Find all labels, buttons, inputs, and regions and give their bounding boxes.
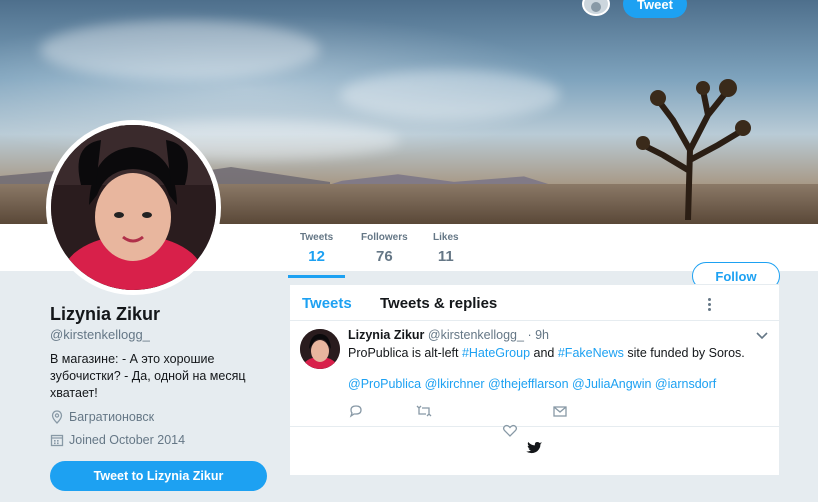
tweet-header: Lizynia Zikur @kirstenkellogg_ · 9h bbox=[348, 328, 549, 342]
profile-location: Багратионовск bbox=[50, 410, 154, 424]
stat-likes-label: Likes bbox=[433, 232, 459, 243]
stat-followers[interactable]: Followers 76 bbox=[361, 232, 408, 265]
calendar-icon bbox=[50, 434, 64, 447]
mention-links[interactable]: @ProPublica @lkirchner @thejefflarson @J… bbox=[348, 377, 716, 391]
stat-followers-value: 76 bbox=[376, 248, 393, 265]
timeline: Tweets Tweets & replies Lizynia Zikur @k… bbox=[289, 284, 780, 476]
profile-name[interactable]: Lizynia Zikur bbox=[50, 304, 160, 325]
hashtag-link[interactable]: #HateGroup bbox=[462, 346, 530, 360]
tab-tweets-replies[interactable]: Tweets & replies bbox=[380, 295, 497, 312]
tweet-text-part: site funded by Soros. bbox=[623, 346, 745, 360]
stat-tweets-label: Tweets bbox=[300, 232, 334, 243]
timeline-tabs: Tweets Tweets & replies bbox=[290, 285, 779, 321]
joined-text: Joined October 2014 bbox=[69, 433, 186, 447]
profile-handle[interactable]: @kirstenkellogg_ bbox=[50, 327, 150, 342]
profile-avatar[interactable] bbox=[46, 120, 221, 295]
tweet-mentions[interactable]: @ProPublica @lkirchner @thejefflarson @J… bbox=[348, 377, 716, 391]
tweet-author-handle[interactable]: @kirstenkellogg_ bbox=[428, 328, 524, 342]
profile-joined: Joined October 2014 bbox=[50, 433, 185, 447]
profile-bio: В магазине: - А это хорошие зубочистки? … bbox=[50, 352, 246, 400]
more-options-icon[interactable] bbox=[708, 298, 712, 311]
tweet-author-name[interactable]: Lizynia Zikur bbox=[348, 328, 424, 342]
message-icon[interactable] bbox=[552, 403, 568, 419]
stat-tweets-value: 12 bbox=[308, 248, 325, 265]
tweet-item[interactable]: Lizynia Zikur @kirstenkellogg_ · 9h ProP… bbox=[290, 321, 779, 427]
tweet-avatar[interactable] bbox=[300, 329, 340, 369]
like-icon[interactable] bbox=[502, 423, 518, 439]
retweet-icon[interactable] bbox=[416, 403, 432, 419]
reply-icon[interactable] bbox=[348, 403, 364, 419]
tweet-text-part: ProPublica is alt-left bbox=[348, 346, 462, 360]
stat-tweets[interactable]: Tweets 12 bbox=[288, 232, 346, 278]
location-text: Багратионовск bbox=[69, 410, 155, 424]
twitter-bird-icon bbox=[526, 441, 543, 454]
tweet-actions bbox=[348, 403, 568, 419]
stat-likes-value: 11 bbox=[437, 248, 454, 265]
tweet-text-part: and bbox=[530, 346, 558, 360]
chevron-down-icon[interactable] bbox=[756, 329, 768, 343]
tab-tweets[interactable]: Tweets bbox=[302, 295, 352, 312]
tweet-to-button[interactable]: Tweet to Lizynia Zikur bbox=[50, 461, 267, 491]
location-pin-icon bbox=[51, 410, 63, 424]
stat-followers-label: Followers bbox=[361, 232, 408, 243]
stat-likes[interactable]: Likes 11 bbox=[433, 232, 459, 265]
tweet-text: ProPublica is alt-left #HateGroup and #F… bbox=[348, 346, 745, 360]
tweet-timestamp[interactable]: · 9h bbox=[527, 328, 549, 342]
compose-tweet-button[interactable]: Tweet bbox=[623, 0, 687, 18]
hashtag-link[interactable]: #FakeNews bbox=[558, 346, 624, 360]
